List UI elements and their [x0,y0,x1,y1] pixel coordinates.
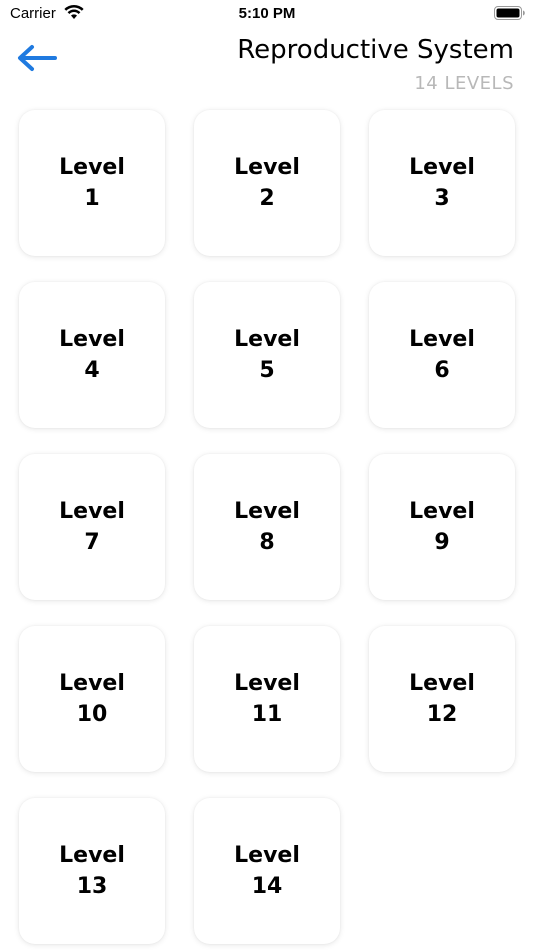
level-label: Level [234,327,300,352]
level-card-8[interactable]: Level 8 [194,454,340,600]
level-card-3[interactable]: Level 3 [369,110,515,256]
back-button[interactable] [16,43,58,73]
level-card-9[interactable]: Level 9 [369,454,515,600]
level-number: 5 [259,358,275,383]
level-label: Level [234,671,300,696]
level-number: 13 [76,874,108,899]
level-label: Level [59,843,125,868]
level-card-14[interactable]: Level 14 [194,798,340,944]
level-label: Level [409,155,475,180]
level-number: 10 [76,702,108,727]
status-time: 5:10 PM [238,5,296,22]
level-label: Level [59,155,125,180]
levels-grid: Level 1 Level 2 Level 3 Level 4 Level 5 … [19,110,515,944]
level-number: 7 [84,530,100,555]
level-number: 4 [84,358,100,383]
level-card-1[interactable]: Level 1 [19,110,165,256]
level-card-4[interactable]: Level 4 [19,282,165,428]
level-card-11[interactable]: Level 11 [194,626,340,772]
level-label: Level [234,843,300,868]
level-number: 1 [84,186,100,211]
level-number: 9 [434,530,450,555]
level-card-5[interactable]: Level 5 [194,282,340,428]
level-label: Level [409,671,475,696]
level-card-13[interactable]: Level 13 [19,798,165,944]
level-card-10[interactable]: Level 10 [19,626,165,772]
level-number: 2 [259,186,275,211]
level-card-12[interactable]: Level 12 [369,626,515,772]
status-bar: Carrier 5:10 PM [0,0,534,28]
level-number: 8 [259,530,275,555]
level-number: 12 [426,702,458,727]
level-label: Level [234,499,300,524]
level-label: Level [234,155,300,180]
level-card-6[interactable]: Level 6 [369,282,515,428]
level-number: 14 [251,874,283,899]
level-number: 11 [251,702,283,727]
battery-icon [494,6,525,20]
level-label: Level [59,671,125,696]
level-label: Level [409,499,475,524]
level-label: Level [59,499,125,524]
level-number: 6 [434,358,450,383]
arrow-left-icon [18,45,57,71]
level-label: Level [409,327,475,352]
level-card-2[interactable]: Level 2 [194,110,340,256]
page-title: Reproductive System [237,35,514,65]
level-card-7[interactable]: Level 7 [19,454,165,600]
level-label: Level [59,327,125,352]
level-number: 3 [434,186,450,211]
levels-count: 14 LEVELS [414,73,514,94]
